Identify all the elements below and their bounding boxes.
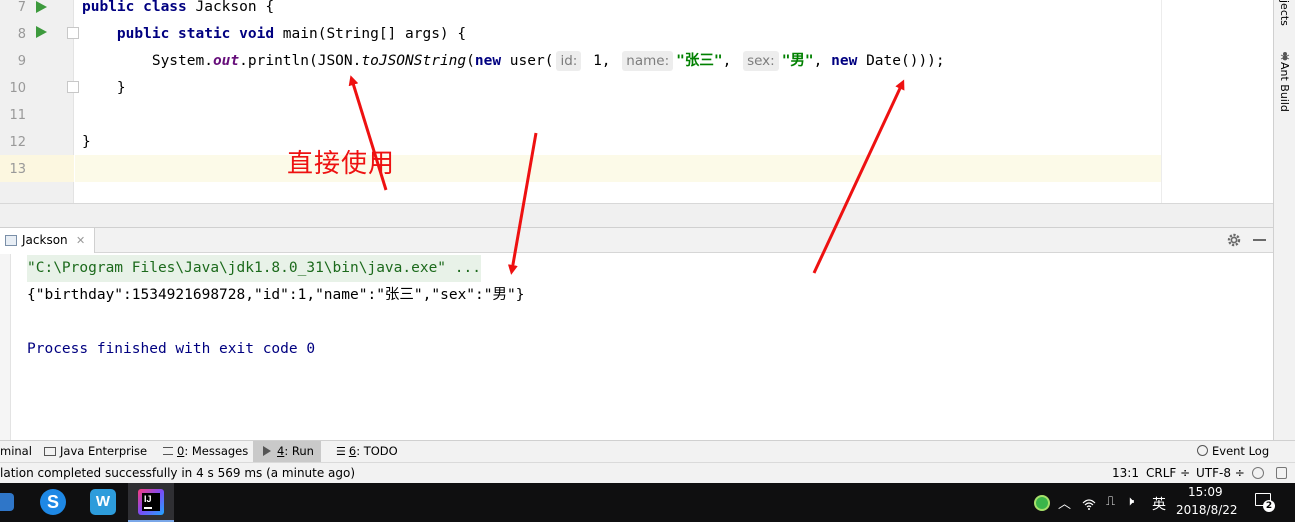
- close-tab-icon[interactable]: ✕: [76, 228, 85, 253]
- status-bar: lation completed successfully in 4 s 569…: [0, 462, 1295, 483]
- annotation-label: 直接使用: [287, 149, 396, 179]
- clock-time[interactable]: 15:09: [1188, 485, 1223, 499]
- messages-tool-button[interactable]: 0: Messages: [163, 441, 248, 462]
- current-line-highlight: [75, 155, 1161, 182]
- run-config-icon: [5, 235, 17, 246]
- tool-window-bar: minal Java Enterprise 0: Messages 4: Run…: [0, 440, 1295, 462]
- line-number: 11: [9, 108, 26, 123]
- settings-gear-icon[interactable]: [1226, 232, 1242, 248]
- run-tool-button[interactable]: 4: Run: [253, 441, 321, 462]
- code-line-10: }: [82, 80, 126, 96]
- network-icon[interactable]: ⎍: [1106, 494, 1115, 509]
- code-editor[interactable]: 7 8 9 10 11 12 13 public class Jackson {…: [0, 0, 1273, 203]
- java-enterprise-icon: [44, 447, 56, 456]
- encoding-selector[interactable]: UTF-8 ÷: [1196, 463, 1245, 483]
- run-icon: [263, 446, 271, 456]
- sogou-browser-icon[interactable]: S: [40, 489, 66, 515]
- line-number: 9: [17, 54, 26, 69]
- event-log-icon: [1197, 445, 1208, 456]
- editor-gutter: 7 8 9 10 11 12 13: [0, 0, 79, 203]
- minimize-panel-icon[interactable]: [1253, 239, 1266, 241]
- windows-taskbar: S W IJ ︿ ⎍ 🕨 英 15:09 2018/8/22 2: [0, 483, 1295, 522]
- wifi-icon[interactable]: [1082, 496, 1096, 510]
- terminal-tool-button[interactable]: minal: [0, 441, 32, 462]
- line-number: 12: [9, 135, 26, 150]
- notification-count-badge: 2: [1263, 500, 1275, 512]
- run-class-icon[interactable]: [36, 1, 47, 13]
- messages-icon: [163, 447, 173, 455]
- clock-date[interactable]: 2018/8/22: [1176, 503, 1238, 517]
- projects-tool-button[interactable]: jects: [1278, 0, 1291, 26]
- ime-indicator[interactable]: 英: [1152, 494, 1166, 514]
- line-separator-selector[interactable]: CRLF ÷: [1146, 463, 1190, 483]
- console-command-line: "C:\Program Files\Java\jdk1.8.0_31\bin\j…: [27, 255, 481, 282]
- right-margin-guide: [1161, 0, 1162, 203]
- code-line-9: System.out.println(JSON.toJSONString(new…: [151, 51, 945, 71]
- run-tab-jackson[interactable]: Jackson ✕: [0, 228, 95, 253]
- ant-build-tool-button[interactable]: Ant Build: [1278, 62, 1291, 112]
- line-number: 13: [9, 162, 26, 177]
- fold-marker-icon[interactable]: [67, 27, 79, 39]
- lock-icon[interactable]: [1276, 467, 1287, 479]
- ant-icon: [1280, 46, 1290, 61]
- right-tool-strip: jects Ant Build: [1273, 0, 1295, 440]
- inspector-icon[interactable]: [1252, 467, 1264, 479]
- wps-writer-icon[interactable]: W: [90, 489, 116, 515]
- intellij-idea-icon: IJ: [138, 489, 164, 515]
- partial-taskbar-app-icon[interactable]: [0, 493, 14, 511]
- status-message[interactable]: lation completed successfully in 4 s 569…: [0, 463, 355, 483]
- show-hidden-icons-chevron[interactable]: ︿: [1058, 493, 1071, 512]
- code-line-12: }: [82, 134, 91, 150]
- todo-tool-button[interactable]: ☰ 6: TODO: [336, 441, 398, 462]
- code-line-8: public static void main(String[] args) {: [116, 26, 467, 42]
- run-main-icon[interactable]: [36, 26, 47, 38]
- console-exit-line: Process finished with exit code 0: [27, 341, 316, 357]
- run-console[interactable]: "C:\Program Files\Java\jdk1.8.0_31\bin\j…: [0, 254, 1273, 440]
- security-tray-icon[interactable]: [1034, 495, 1050, 511]
- caret-position[interactable]: 13:1: [1112, 463, 1139, 483]
- console-output-line: {"birthday":1534921698728,"id":1,"name":…: [27, 287, 525, 303]
- console-gutter: [0, 254, 11, 440]
- param-hint-name: name:: [622, 51, 674, 71]
- line-number: 10: [9, 81, 26, 96]
- fold-marker-icon[interactable]: [67, 81, 79, 93]
- line-number: 8: [17, 27, 26, 42]
- param-hint-id: id:: [556, 51, 582, 71]
- param-hint-sex: sex:: [743, 51, 779, 71]
- action-center-icon[interactable]: 2: [1255, 493, 1275, 512]
- tab-label: Jackson: [22, 233, 68, 247]
- volume-mute-icon[interactable]: 🕨: [1126, 494, 1134, 509]
- code-line-7: public class Jackson {: [82, 0, 275, 15]
- intellij-taskbar-button[interactable]: IJ: [128, 483, 174, 522]
- java-enterprise-tool-button[interactable]: Java Enterprise: [44, 441, 147, 462]
- event-log-tool-button[interactable]: Event Log: [1197, 441, 1269, 462]
- panel-splitter[interactable]: [0, 203, 1273, 227]
- todo-icon: ☰: [336, 445, 346, 458]
- line-number: 7: [17, 0, 26, 15]
- run-panel-header: Jackson ✕: [0, 227, 1273, 253]
